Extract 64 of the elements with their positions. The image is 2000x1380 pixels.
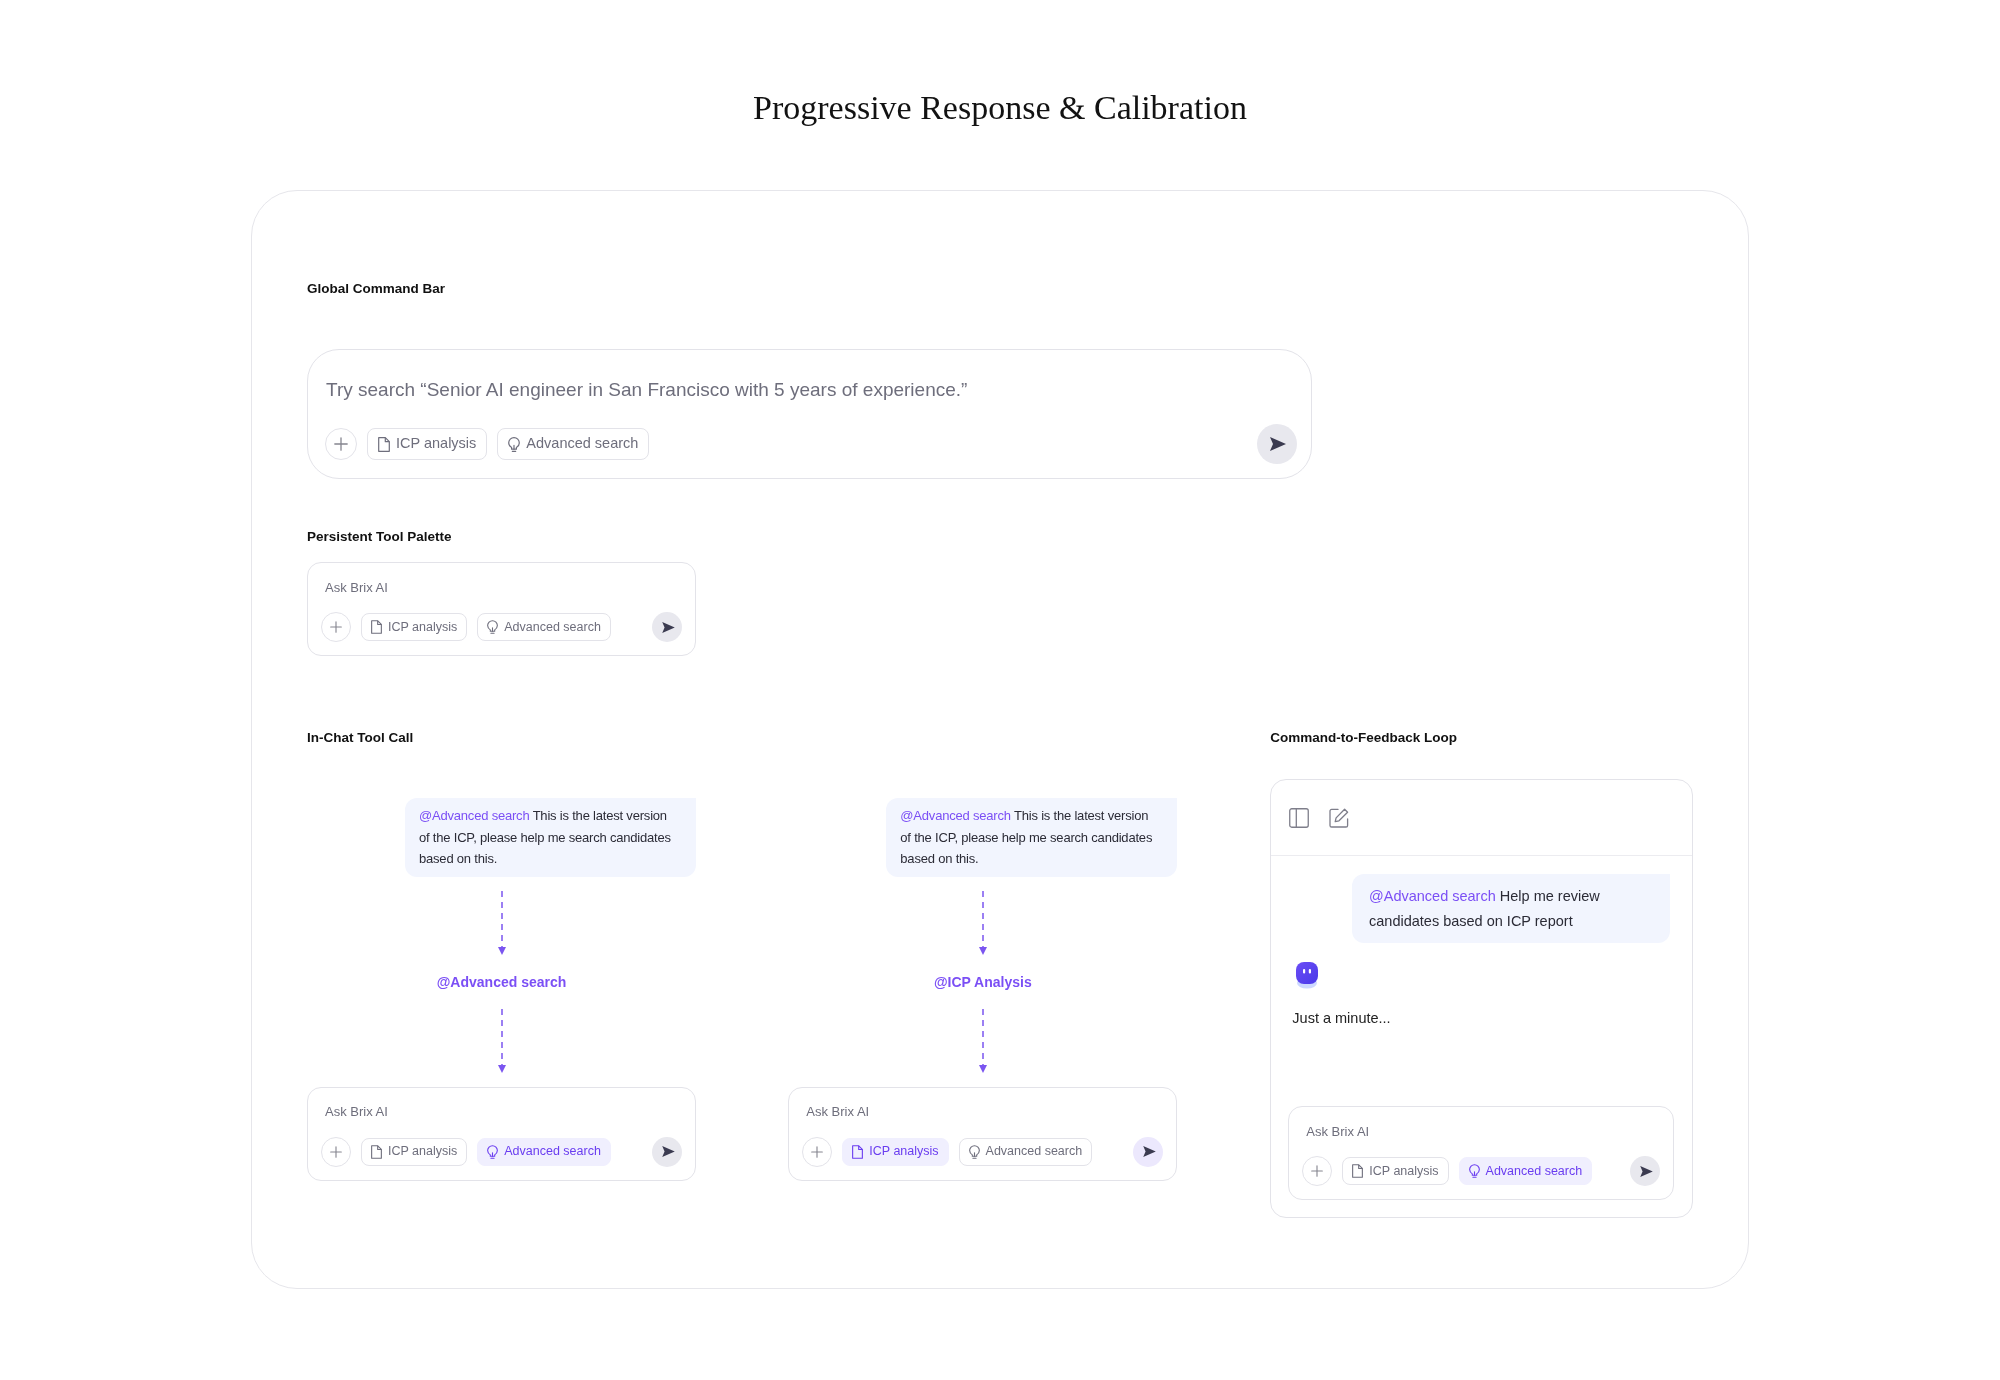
tool-chip[interactable]: Advanced search: [1458, 1157, 1593, 1185]
tool-chip[interactable]: Advanced search: [477, 613, 611, 641]
plus-icon: [330, 1145, 342, 1158]
send-button[interactable]: [1630, 1156, 1660, 1186]
section-heading: Persistent Tool Palette: [307, 528, 452, 546]
page-title: Progressive Response & Calibration: [753, 88, 1247, 128]
chat-composer[interactable]: Ask Brix AI ICP analysis Advanced search: [1288, 1106, 1674, 1200]
send-icon: [1270, 437, 1286, 451]
send-button[interactable]: [1257, 424, 1297, 464]
document-icon: [371, 1144, 382, 1159]
send-icon: [661, 621, 675, 633]
dashed-arrow: [977, 1008, 988, 1073]
send-button[interactable]: [1133, 1136, 1164, 1167]
section-heading: Global Command Bar: [307, 280, 446, 298]
prompt-input[interactable]: Try search “Senior AI engineer in San Francisco with 5 years of experience.”: [325, 372, 1297, 408]
edit-icon[interactable]: [1329, 807, 1350, 828]
send-icon: [1142, 1146, 1156, 1157]
tool-chip[interactable]: ICP analysis: [1342, 1157, 1449, 1185]
send-button[interactable]: [652, 612, 682, 642]
send-icon: [1639, 1165, 1653, 1177]
send-button[interactable]: [652, 1136, 682, 1167]
document-icon: [371, 620, 382, 634]
prompt-input[interactable]: Ask Brix AI: [1302, 1120, 1660, 1142]
tool-chip[interactable]: ICP analysis: [842, 1137, 949, 1166]
tool-chip[interactable]: ICP analysis: [361, 1137, 468, 1166]
document-icon: [378, 436, 390, 452]
dashed-arrow: [496, 1008, 507, 1073]
sidebar-icon[interactable]: [1289, 807, 1310, 828]
plus-icon: [334, 437, 348, 451]
tool-call-label: @ICP Analysis: [933, 972, 1032, 991]
section-heading: Command-to-Feedback Loop: [1270, 729, 1458, 747]
tool-chip[interactable]: Advanced search: [477, 1137, 611, 1166]
add-button[interactable]: [325, 428, 357, 460]
dashed-arrow: [496, 890, 507, 955]
tool-chip[interactable]: ICP analysis: [361, 613, 468, 641]
chat-composer[interactable]: Ask Brix AI ICP analysis Advanced search: [307, 562, 696, 656]
message-text: @Advanced search This is the latest version of the ICP, please help me search candidates based on this.: [900, 807, 1154, 868]
lightbulb-icon: [487, 620, 499, 634]
tool-chip[interactable]: Advanced search: [958, 1137, 1093, 1166]
prompt-input[interactable]: Ask Brix AI: [802, 1100, 1164, 1123]
chat-composer[interactable]: Ask Brix AI ICP analysis Advanced search: [307, 1086, 696, 1181]
message-text: @Advanced search Help me review candidates based on ICP report: [1369, 887, 1601, 931]
prompt-input[interactable]: Ask Brix AI: [321, 1100, 682, 1123]
tool-call-label: @Advanced search: [436, 972, 567, 991]
section-heading: In-Chat Tool Call: [307, 729, 414, 747]
document-icon: [852, 1144, 864, 1159]
lightbulb-icon: [1468, 1164, 1480, 1178]
chat-composer[interactable]: Try search “Senior AI engineer in San Francisco with 5 years of experience.” ICP analysis Advanced search: [307, 349, 1312, 479]
tool-chip[interactable]: Advanced search: [497, 428, 650, 460]
lightbulb-icon: [508, 436, 521, 452]
tool-chip[interactable]: ICP analysis: [367, 428, 488, 460]
plus-icon: [811, 1145, 824, 1158]
reply-text: Just a minute...: [1292, 1009, 1391, 1028]
plus-icon: [330, 621, 342, 633]
send-icon: [661, 1146, 675, 1157]
prompt-input[interactable]: Ask Brix AI: [321, 576, 682, 598]
document-icon: [1352, 1164, 1364, 1178]
lightbulb-icon: [487, 1144, 499, 1159]
message-text: @Advanced search This is the latest version of the ICP, please help me search candidates based on this.: [419, 807, 672, 868]
plus-icon: [1311, 1165, 1324, 1177]
chat-composer[interactable]: Ask Brix AI ICP analysis Advanced search: [788, 1086, 1178, 1181]
lightbulb-icon: [968, 1144, 980, 1159]
bot-icon: [1295, 962, 1320, 989]
dashed-arrow: [977, 890, 988, 955]
